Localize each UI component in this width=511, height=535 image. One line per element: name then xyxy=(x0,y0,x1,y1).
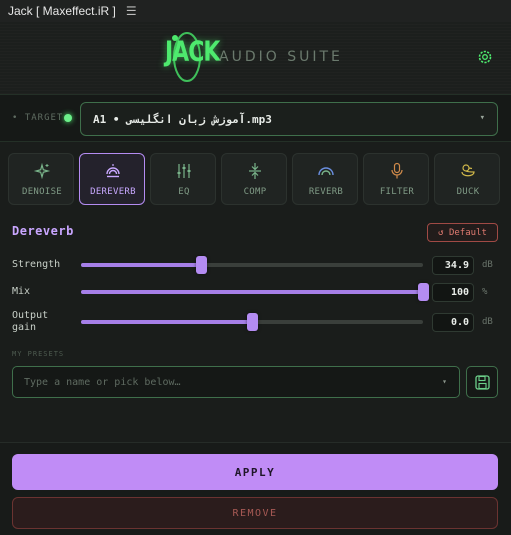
target-status-dot xyxy=(64,114,72,122)
output-gain-control: Output gain 0.0 dB xyxy=(0,310,511,334)
mix-value[interactable]: 100 xyxy=(432,283,474,302)
save-icon xyxy=(475,375,490,390)
gear-icon[interactable] xyxy=(477,49,493,65)
strength-label: Strength xyxy=(12,259,61,270)
rainbow-icon xyxy=(318,167,334,176)
tab-eq[interactable]: EQ xyxy=(150,153,216,205)
slider-fill xyxy=(81,290,423,294)
tab-comp[interactable]: COMP xyxy=(221,153,287,205)
eq-sliders-icon xyxy=(177,164,191,178)
default-button[interactable]: ↺ Default xyxy=(427,223,498,242)
suite-label: AUDIO SUITE xyxy=(219,49,343,65)
tab-label: FILTER xyxy=(379,187,415,197)
preset-name-input[interactable]: Type a name or pick below… ▾ xyxy=(12,366,460,398)
tab-dereverb[interactable]: DEREVERB xyxy=(79,153,145,205)
output-gain-unit: dB xyxy=(482,317,493,327)
preset-placeholder: Type a name or pick below… xyxy=(24,376,181,388)
microphone-icon xyxy=(391,162,403,179)
caret-down-icon: ▾ xyxy=(479,113,485,123)
mix-label: Mix xyxy=(12,286,31,297)
app-header: JACK AUDIO SUITE xyxy=(0,22,511,94)
tab-label: COMP xyxy=(243,187,267,197)
remove-button[interactable]: REMOVE xyxy=(12,497,498,529)
slider-thumb[interactable] xyxy=(195,256,207,274)
jack-logo: JACK xyxy=(165,30,220,84)
window-title: Jack [ Maxeffect.iR ] xyxy=(8,4,116,18)
target-row: • TARGET A1 • آموزش زبان انگلیسی.mp3 ▾ xyxy=(0,94,511,142)
tab-duck[interactable]: DUCK xyxy=(434,153,500,205)
sparkle-icon xyxy=(33,162,51,180)
mix-unit: % xyxy=(482,287,488,297)
strength-unit: dB xyxy=(482,260,493,270)
presets-label: MY PRESETS xyxy=(12,350,65,358)
slider-fill xyxy=(81,320,252,324)
tab-denoise[interactable]: DENOISE xyxy=(8,153,74,205)
window-titlebar: Jack [ Maxeffect.iR ] ☰ xyxy=(0,0,511,22)
logo-text: JACK xyxy=(165,36,220,69)
slider-thumb[interactable] xyxy=(247,313,258,331)
mix-control: Mix 100 % xyxy=(0,283,511,309)
strength-slider[interactable] xyxy=(81,256,423,274)
save-preset-button[interactable] xyxy=(466,366,498,398)
mix-slider[interactable] xyxy=(81,283,429,301)
duck-icon xyxy=(461,164,475,177)
tab-reverb[interactable]: REVERB xyxy=(292,153,358,205)
strength-control: Strength 34.9 dB xyxy=(0,256,511,281)
tab-label: DUCK xyxy=(456,187,480,197)
dereverb-icon xyxy=(106,164,120,178)
tab-label: DEREVERB xyxy=(90,187,136,197)
target-label: • TARGET xyxy=(12,113,64,123)
tab-filter[interactable]: FILTER xyxy=(363,153,429,205)
slider-fill xyxy=(81,263,201,267)
compress-icon xyxy=(249,163,261,179)
output-gain-value[interactable]: 0.0 xyxy=(432,313,474,332)
caret-down-icon[interactable]: ▾ xyxy=(442,377,447,386)
target-select[interactable]: A1 • آموزش زبان انگلیسی.mp3 ▾ xyxy=(80,102,498,136)
output-gain-label: Output gain xyxy=(12,310,49,333)
tab-label: DENOISE xyxy=(21,187,63,197)
apply-button[interactable]: APPLY xyxy=(12,454,498,490)
target-value: A1 • آموزش زبان انگلیسی.mp3 xyxy=(93,112,272,126)
effect-tabs: DENOISE DEREVERB EQ COMP REVERB FILTER D… xyxy=(8,153,502,205)
output-gain-slider[interactable] xyxy=(81,313,423,331)
tab-label: EQ xyxy=(178,187,190,197)
hamburger-icon[interactable]: ☰ xyxy=(126,4,137,18)
panel-title: Dereverb xyxy=(12,224,74,238)
slider-thumb[interactable] xyxy=(418,283,429,301)
strength-value[interactable]: 34.9 xyxy=(432,256,474,275)
tab-label: REVERB xyxy=(308,187,344,197)
